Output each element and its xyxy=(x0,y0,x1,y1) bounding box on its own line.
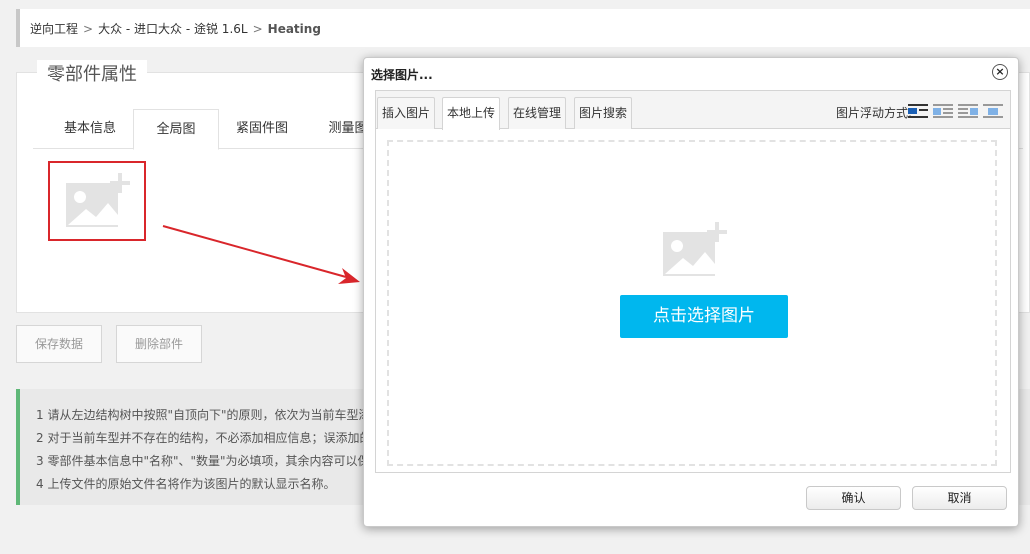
float-mode-label: 图片浮动方式: xyxy=(835,106,912,120)
dialog-body: 插入图片 本地上传 在线管理 图片搜索 图片浮动方式: 点击选择图片 xyxy=(375,90,1011,473)
add-image-icon xyxy=(66,173,130,227)
dialog-tabbar: 插入图片 本地上传 在线管理 图片搜索 图片浮动方式: xyxy=(376,91,1010,130)
float-none-icon[interactable] xyxy=(908,103,928,119)
breadcrumb-separator: > xyxy=(83,22,94,36)
annotation-arrow xyxy=(162,225,360,284)
choose-image-button[interactable]: 点击选择图片 xyxy=(620,295,788,338)
tab-online-manage[interactable]: 在线管理 xyxy=(508,97,567,129)
breadcrumb-separator: > xyxy=(252,22,263,36)
add-image-placeholder[interactable] xyxy=(48,161,146,241)
cancel-button[interactable]: 取消 xyxy=(912,486,1007,510)
tab-fastener-image[interactable]: 紧固件图 xyxy=(219,109,305,149)
float-right-icon[interactable] xyxy=(958,103,978,119)
add-image-icon xyxy=(663,222,727,276)
save-button[interactable]: 保存数据 xyxy=(16,325,102,363)
tab-image-search[interactable]: 图片搜索 xyxy=(574,97,633,129)
breadcrumb: 逆向工程 > 大众 - 进口大众 - 途锐 1.6L > Heating xyxy=(16,9,1030,47)
tab-basic-info[interactable]: 基本信息 xyxy=(47,109,133,149)
close-icon[interactable]: × xyxy=(992,64,1008,80)
float-center-icon[interactable] xyxy=(983,103,1003,119)
confirm-button[interactable]: 确认 xyxy=(806,486,901,510)
dialog-title: 选择图片... xyxy=(371,68,433,82)
breadcrumb-item-reverse-engineering[interactable]: 逆向工程 xyxy=(30,22,78,36)
select-image-dialog: 选择图片... × 插入图片 本地上传 在线管理 图片搜索 图片浮动方式: 点击… xyxy=(363,57,1019,527)
tab-local-upload[interactable]: 本地上传 xyxy=(442,97,501,130)
breadcrumb-current: Heating xyxy=(267,22,321,36)
tab-global-image[interactable]: 全局图 xyxy=(133,109,219,150)
tab-insert-image[interactable]: 插入图片 xyxy=(377,97,436,129)
breadcrumb-item-vehicle[interactable]: 大众 - 进口大众 - 途锐 1.6L xyxy=(98,22,248,36)
panel-legend: 零部件属性 xyxy=(37,60,147,86)
float-left-icon[interactable] xyxy=(933,103,953,119)
delete-part-button[interactable]: 删除部件 xyxy=(116,325,202,363)
upload-drop-area[interactable]: 点击选择图片 xyxy=(387,140,997,466)
